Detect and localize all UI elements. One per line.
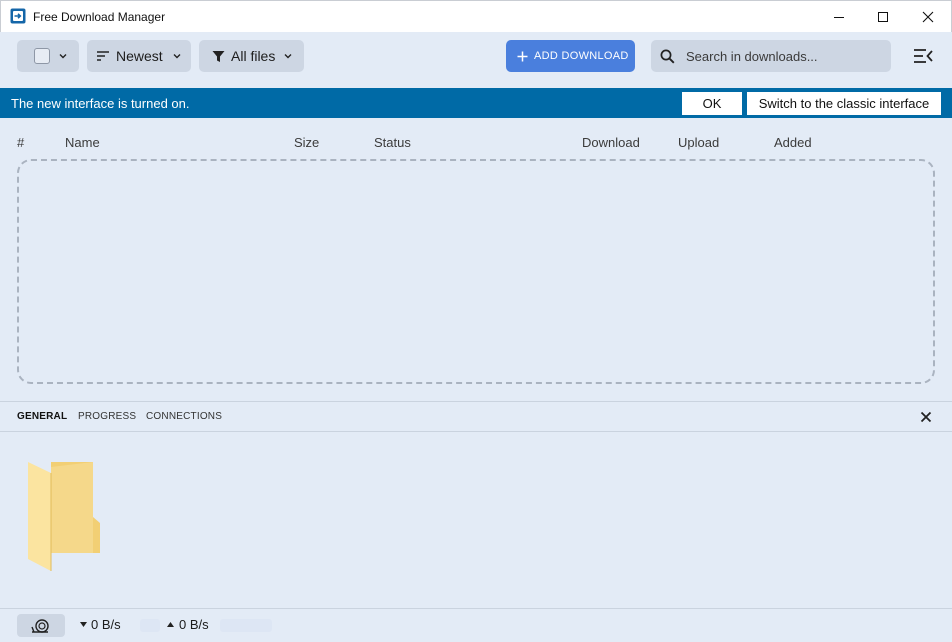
details-tabs: GENERAL PROGRESS CONNECTIONS: [0, 402, 952, 432]
filter-dropdown[interactable]: All files: [199, 40, 304, 72]
upload-speed-arrow-icon: [167, 622, 174, 627]
plus-icon: [517, 51, 528, 61]
filter-icon: [212, 50, 225, 62]
close-window-button[interactable]: [905, 1, 951, 32]
maximize-button[interactable]: [860, 1, 906, 32]
minimize-icon: [834, 16, 844, 18]
filter-label: All files: [231, 48, 276, 64]
add-download-label: ADD DOWNLOAD: [534, 50, 629, 62]
chevron-down-icon: [59, 54, 67, 59]
chevron-down-icon: [284, 54, 292, 59]
add-download-button[interactable]: ADD DOWNLOAD: [506, 40, 635, 72]
ok-button[interactable]: OK: [682, 92, 742, 115]
sort-label: Newest: [116, 48, 163, 64]
upload-speed-value: 0 B/s: [179, 617, 209, 632]
switch-classic-interface-button[interactable]: Switch to the classic interface: [747, 92, 941, 115]
close-icon: [922, 11, 934, 22]
toolbar: Newest All files ADD DOWNLOAD: [0, 32, 952, 88]
search-icon: [660, 49, 675, 64]
snail-icon: [31, 618, 49, 633]
downloads-drop-zone[interactable]: [17, 159, 935, 384]
download-speed-bar: [140, 619, 160, 632]
select-all-dropdown[interactable]: [17, 40, 79, 72]
column-header-upload[interactable]: Upload: [678, 135, 719, 150]
sort-icon: [97, 51, 109, 61]
column-header-status[interactable]: Status: [374, 135, 411, 150]
search-input[interactable]: [686, 47, 882, 65]
search-box[interactable]: [651, 40, 891, 72]
tabs-divider: [0, 431, 952, 432]
download-speed-value: 0 B/s: [91, 617, 121, 632]
column-header-added[interactable]: Added: [774, 135, 812, 150]
main-menu-icon[interactable]: [911, 46, 935, 66]
column-header-size[interactable]: Size: [294, 135, 319, 150]
upload-speed-bar: [220, 619, 272, 632]
chevron-down-icon: [173, 54, 181, 59]
status-bar: 0 B/s 0 B/s: [0, 608, 952, 642]
maximize-icon: [878, 11, 888, 22]
interface-notice-banner: The new interface is turned on. OK Switc…: [0, 88, 952, 118]
fdm-logo-icon: [10, 8, 26, 24]
close-panel-icon[interactable]: [919, 410, 933, 424]
sort-dropdown[interactable]: Newest: [87, 40, 191, 72]
tab-general[interactable]: GENERAL: [17, 411, 67, 422]
banner-message: The new interface is turned on.: [11, 96, 190, 111]
select-all-checkbox[interactable]: [34, 48, 50, 64]
window-title: Free Download Manager: [33, 10, 166, 24]
column-header-index[interactable]: #: [17, 135, 24, 150]
speed-limit-toggle-button[interactable]: [17, 614, 65, 637]
column-header-download[interactable]: Download: [582, 135, 640, 150]
column-header-name[interactable]: Name: [65, 135, 100, 150]
tab-connections[interactable]: CONNECTIONS: [146, 411, 222, 422]
minimize-button[interactable]: [816, 1, 862, 32]
title-bar: Free Download Manager: [0, 0, 952, 32]
folder-icon: [28, 462, 100, 571]
download-speed-arrow-icon: [80, 622, 87, 627]
tab-progress[interactable]: PROGRESS: [78, 411, 136, 422]
